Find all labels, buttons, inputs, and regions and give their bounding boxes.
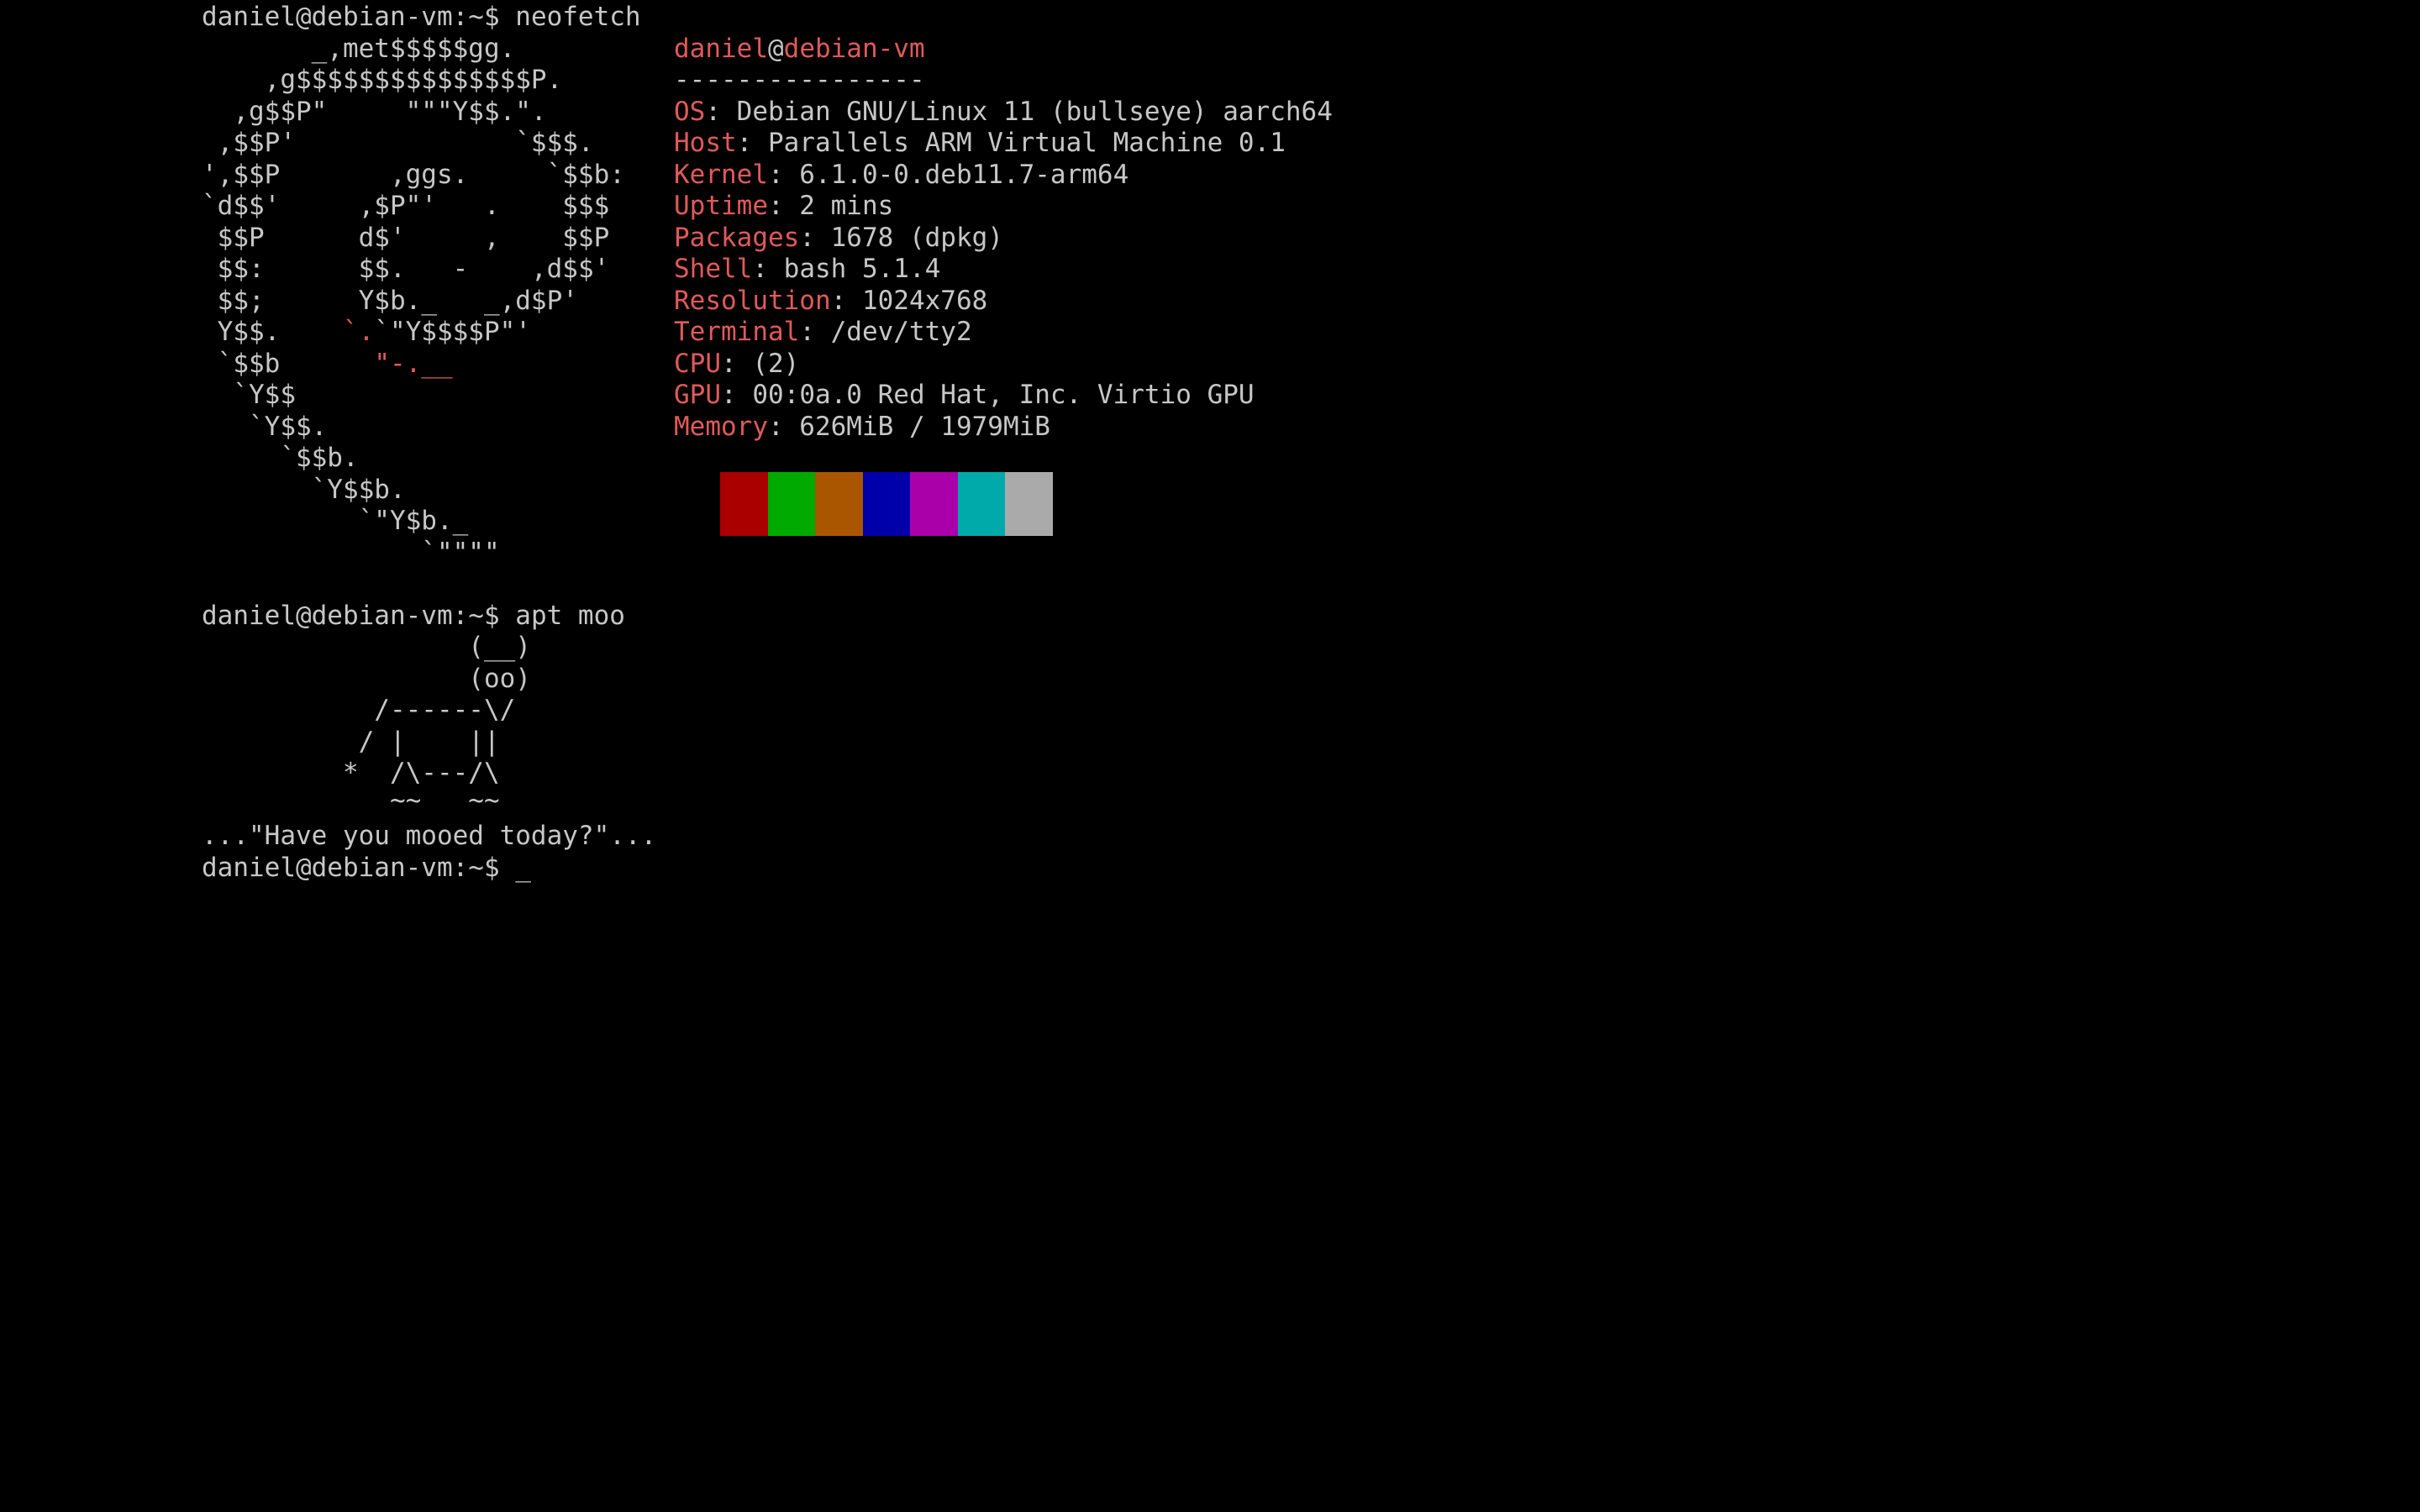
info-row-resolution: Resolution: 1024x768 — [674, 286, 987, 318]
info-value: : 1024x768 — [830, 286, 988, 316]
info-key: Memory — [674, 412, 768, 442]
logo-line: `d$$' ,$P"' . $$$ — [202, 191, 610, 221]
logo-accent — [437, 254, 453, 284]
info-value: : /dev/tty2 — [799, 317, 972, 347]
info-value: : 00:0a.0 Red Hat, Inc. Virtio GPU — [721, 380, 1255, 410]
logo-line: `Y$$ — [202, 380, 296, 410]
cow-line: (oo) — [202, 664, 531, 694]
logo-line: Y$$. `.`"Y$$$$P"' — [202, 317, 531, 347]
info-row-kernel: Kernel: 6.1.0-0.deb11.7-arm64 — [674, 160, 1128, 192]
info-row-packages: Packages: 1678 (dpkg) — [674, 223, 1003, 255]
logo-line: `Y$$b. — [202, 475, 406, 505]
logo-line: ,g$$$$$$$$$$$$$$$P. — [202, 65, 563, 95]
info-separator: ---------------- — [674, 65, 925, 95]
info-value: : Parallels ARM Virtual Machine 0.1 — [736, 128, 1286, 158]
info-key: CPU — [674, 349, 721, 379]
info-key: Host — [674, 128, 737, 158]
logo-line: ,g$$P" """Y$$.". — [202, 97, 547, 127]
info-value: : 1678 (dpkg) — [799, 223, 1003, 253]
info-value: : bash 5.1.4 — [752, 254, 941, 284]
color-swatch-white — [1005, 472, 1053, 536]
command-line-apt-moo: daniel@debian-vm:~$ apt moo — [202, 601, 625, 633]
command-text: neofetch — [515, 2, 641, 32]
logo-line: ,$$P' `$$$. — [202, 128, 594, 158]
info-key: Shell — [674, 254, 753, 284]
logo-accent: `. — [342, 317, 375, 347]
logo-line: $$: $$. - ,d$$' — [202, 254, 610, 284]
prompt: daniel@debian-vm:~$ — [202, 601, 516, 631]
info-key: Resolution — [674, 286, 831, 316]
info-key: Uptime — [674, 191, 768, 221]
color-swatch-green — [767, 472, 815, 536]
logo-line: `Y$$. — [202, 412, 328, 442]
command-line-active[interactable]: daniel@debian-vm:~$ _ — [202, 853, 531, 885]
text-cursor: _ — [515, 853, 531, 883]
color-palette — [720, 472, 1053, 536]
info-row-terminal: Terminal: /dev/tty2 — [674, 317, 972, 349]
cow-line: /------\/ — [202, 695, 516, 725]
logo-line: `$$b. — [202, 443, 359, 473]
info-key: GPU — [674, 380, 721, 410]
info-key: OS — [674, 97, 706, 127]
color-swatch-red — [720, 472, 768, 536]
cow-line: / | || — [202, 727, 500, 757]
color-swatch-blue — [862, 472, 910, 536]
prompt: daniel@debian-vm:~$ — [202, 2, 516, 32]
logo-line: ',$$P ,ggs. `$$b: — [202, 160, 625, 190]
color-swatch-magenta — [910, 472, 958, 536]
prompt: daniel@debian-vm:~$ — [202, 853, 516, 883]
command-text: apt moo — [515, 601, 625, 631]
info-row-shell: Shell: bash 5.1.4 — [674, 254, 940, 286]
cow-line: ~~ ~~ — [202, 785, 500, 816]
logo-line: `"""" — [202, 538, 500, 568]
info-at: @ — [767, 34, 784, 64]
info-value: : (2) — [721, 349, 800, 379]
logo-accent: "-.__ — [374, 349, 453, 379]
info-row-os: OS: Debian GNU/Linux 11 (bullseye) aarch… — [674, 97, 1333, 129]
terminal-screen[interactable]: daniel@debian-vm:~$ neofetch _,met$$$$$g… — [0, 0, 2420, 1512]
info-value: : 6.1.0-0.deb11.7-arm64 — [767, 160, 1129, 190]
info-value: : Debian GNU/Linux 11 (bullseye) aarch64 — [705, 97, 1333, 127]
color-swatch-cyan — [957, 472, 1005, 536]
color-swatch-yellow — [815, 472, 863, 536]
logo-line: `"Y$b._ — [202, 506, 469, 536]
info-row-gpu: GPU: 00:0a.0 Red Hat, Inc. Virtio GPU — [674, 380, 1255, 412]
cow-line: (__) — [202, 632, 531, 662]
info-key: Packages — [674, 223, 800, 253]
logo-line: `$$b "-.__ — [202, 349, 453, 379]
info-title: daniel@debian-vm — [674, 34, 925, 66]
info-row-uptime: Uptime: 2 mins — [674, 191, 893, 223]
logo-line: $$; Y$b._ _,d$P' — [202, 286, 578, 316]
logo-accent — [468, 191, 484, 221]
info-host: debian-vm — [783, 34, 925, 64]
logo-line: _,met$$$$$gg. — [202, 34, 516, 64]
info-value: : 2 mins — [767, 191, 894, 221]
info-key: Terminal — [674, 317, 800, 347]
info-user: daniel — [674, 34, 768, 64]
command-line-neofetch: daniel@debian-vm:~$ neofetch — [202, 2, 641, 34]
info-row-host: Host: Parallels ARM Virtual Machine 0.1 — [674, 128, 1286, 160]
info-key: Kernel — [674, 160, 768, 190]
logo-line: $$P d$' , $$P — [202, 223, 610, 253]
moo-message: ..."Have you mooed today?"... — [202, 821, 657, 851]
info-row-memory: Memory: 626MiB / 1979MiB — [674, 412, 1050, 444]
logo-accent — [468, 223, 484, 253]
info-value: : 626MiB / 1979MiB — [767, 412, 1050, 442]
cow-line: * /\---/\ — [202, 758, 500, 788]
info-row-cpu: CPU: (2) — [674, 349, 799, 381]
